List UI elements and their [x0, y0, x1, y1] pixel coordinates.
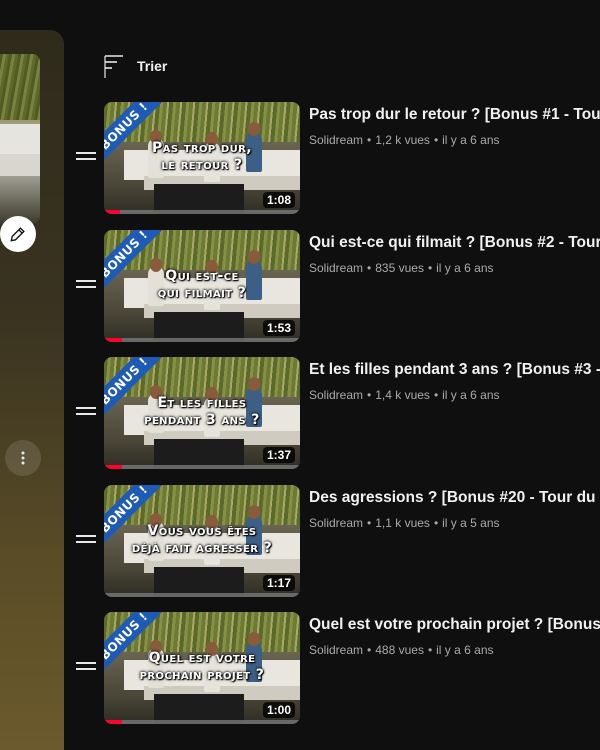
- video-thumbnail[interactable]: BONUS ! Qui est-ce qui filmait ? 1:53: [104, 229, 300, 342]
- watch-progress-fill: [104, 210, 120, 214]
- playlist-video-row[interactable]: BONUS ! Pas trop dur, le retour ? 1:08 P…: [76, 102, 600, 214]
- video-title[interactable]: Des agressions ? [Bonus #20 - Tour du mo…: [309, 487, 600, 509]
- sort-button[interactable]: Trier: [103, 54, 167, 78]
- separator-dot: •: [427, 643, 433, 657]
- separator-dot: •: [433, 515, 439, 530]
- video-metadata: Solidream • 835 vues • il y a 6 ans: [309, 261, 494, 275]
- video-thumbnail[interactable]: BONUS ! Quel est votre prochain projet ?…: [104, 612, 300, 724]
- thumb-caption-line2: qui filmait ?: [157, 284, 247, 301]
- video-title[interactable]: Qui est-ce qui filmait ? [Bonus #2 - Tou…: [309, 232, 600, 254]
- thumb-person-head: [248, 249, 260, 264]
- thumb-caption-line1: Pas trop dur,: [152, 140, 252, 156]
- thumb-caption-line1: Vous vous êtes: [147, 522, 257, 539]
- video-metadata: Solidream • 1,4 k vues • il y a 6 ans: [309, 388, 500, 402]
- upload-age: il y a 6 ans: [442, 133, 500, 147]
- video-duration: 1:08: [262, 192, 295, 208]
- watch-progress-bar: [104, 720, 300, 724]
- sort-icon: [104, 55, 123, 78]
- thumb-person-head: [248, 122, 260, 136]
- thumb-caption-line1: Quel est votre: [148, 650, 256, 666]
- thumb-caption-line2: le retour ?: [161, 157, 243, 173]
- channel-name[interactable]: Solidream: [309, 643, 363, 657]
- upload-age: il y a 5 ans: [442, 515, 500, 530]
- separator-dot: •: [367, 133, 372, 147]
- upload-age: il y a 6 ans: [436, 643, 494, 657]
- video-duration: 1:37: [262, 447, 295, 463]
- channel-name[interactable]: Solidream: [309, 388, 363, 402]
- drag-handle-icon[interactable]: [76, 152, 96, 166]
- video-duration: 1:17: [262, 574, 295, 591]
- cover-sofa: [0, 124, 40, 154]
- watch-progress-bar: [104, 592, 300, 597]
- playlist-video-row[interactable]: BONUS ! Vous vous êtes déjà fait agresse…: [76, 484, 600, 597]
- separator-dot: •: [367, 260, 372, 275]
- view-count: 1,4 k vues: [375, 388, 430, 402]
- separator-dot: •: [367, 515, 372, 530]
- thumb-caption-line1: Et les filles: [157, 395, 247, 411]
- thumb-caption-line2: pendant 3 ans ?: [144, 412, 260, 428]
- video-thumbnail[interactable]: BONUS ! Vous vous êtes déjà fait agresse…: [104, 484, 300, 597]
- cover-sofa-seat: [0, 154, 40, 176]
- playlist-header-panel: [0, 30, 64, 750]
- pencil-icon: [10, 227, 25, 242]
- playlist-video-row[interactable]: BONUS ! Et les filles pendant 3 ans ? 1:…: [76, 357, 600, 469]
- separator-dot: •: [433, 133, 439, 147]
- channel-name[interactable]: Solidream: [309, 261, 363, 275]
- video-duration: 1:00: [262, 702, 295, 718]
- drag-handle-icon[interactable]: [76, 407, 96, 421]
- video-title[interactable]: Et les filles pendant 3 ans ? [Bonus #3 …: [309, 359, 600, 381]
- cover-background: [0, 54, 40, 120]
- thumb-caption-line2: prochain projet ?: [139, 667, 265, 683]
- drag-handle-icon[interactable]: [76, 279, 96, 294]
- video-metadata: Solidream • 1,1 k vues • il y a 5 ans: [309, 516, 500, 530]
- thumb-person-head: [248, 632, 260, 646]
- view-count: 1,1 k vues: [375, 515, 430, 530]
- watch-progress-fill: [104, 720, 122, 724]
- thumb-caption-line2: déjà fait agresser ?: [131, 539, 273, 556]
- video-metadata: Solidream • 488 vues • il y a 6 ans: [309, 643, 494, 657]
- playlist-cover-thumbnail[interactable]: [0, 54, 40, 224]
- watch-progress-bar: [104, 337, 300, 342]
- channel-name[interactable]: Solidream: [309, 133, 363, 147]
- video-duration: 1:53: [262, 319, 295, 336]
- watch-progress-fill: [104, 337, 122, 342]
- video-title[interactable]: Quel est votre prochain projet ? [Bonus …: [309, 614, 600, 636]
- watch-progress-bar: [104, 210, 300, 214]
- video-title[interactable]: Pas trop dur le retour ? [Bonus #1 - Tou…: [309, 104, 600, 126]
- separator-dot: •: [427, 260, 433, 275]
- sort-label: Trier: [137, 58, 168, 74]
- view-count: 835 vues: [375, 260, 424, 275]
- channel-name[interactable]: Solidream: [309, 516, 363, 530]
- view-count: 1,2 k vues: [375, 133, 430, 147]
- view-count: 488 vues: [375, 643, 424, 657]
- thumb-person-head: [248, 377, 260, 391]
- thumb-caption-line1: Qui est-ce: [165, 267, 239, 284]
- video-thumbnail[interactable]: BONUS ! Et les filles pendant 3 ans ? 1:…: [104, 357, 300, 469]
- more-actions-button[interactable]: [5, 440, 41, 476]
- separator-dot: •: [433, 388, 439, 402]
- drag-handle-icon[interactable]: [76, 662, 96, 676]
- video-metadata: Solidream • 1,2 k vues • il y a 6 ans: [309, 133, 500, 147]
- playlist-video-row[interactable]: BONUS ! Qui est-ce qui filmait ? 1:53 Qu…: [76, 229, 600, 342]
- video-thumbnail[interactable]: BONUS ! Pas trop dur, le retour ? 1:08: [104, 102, 300, 214]
- watch-progress-bar: [104, 465, 300, 469]
- edit-cover-button[interactable]: [0, 216, 36, 252]
- separator-dot: •: [367, 643, 372, 657]
- thumb-person-head: [248, 504, 260, 519]
- upload-age: il y a 6 ans: [436, 260, 494, 275]
- playlist-video-row[interactable]: BONUS ! Quel est votre prochain projet ?…: [76, 612, 600, 724]
- upload-age: il y a 6 ans: [442, 388, 500, 402]
- watch-progress-fill: [104, 465, 122, 469]
- separator-dot: •: [367, 388, 372, 402]
- more-vertical-icon: [21, 451, 25, 465]
- drag-handle-icon[interactable]: [76, 534, 96, 549]
